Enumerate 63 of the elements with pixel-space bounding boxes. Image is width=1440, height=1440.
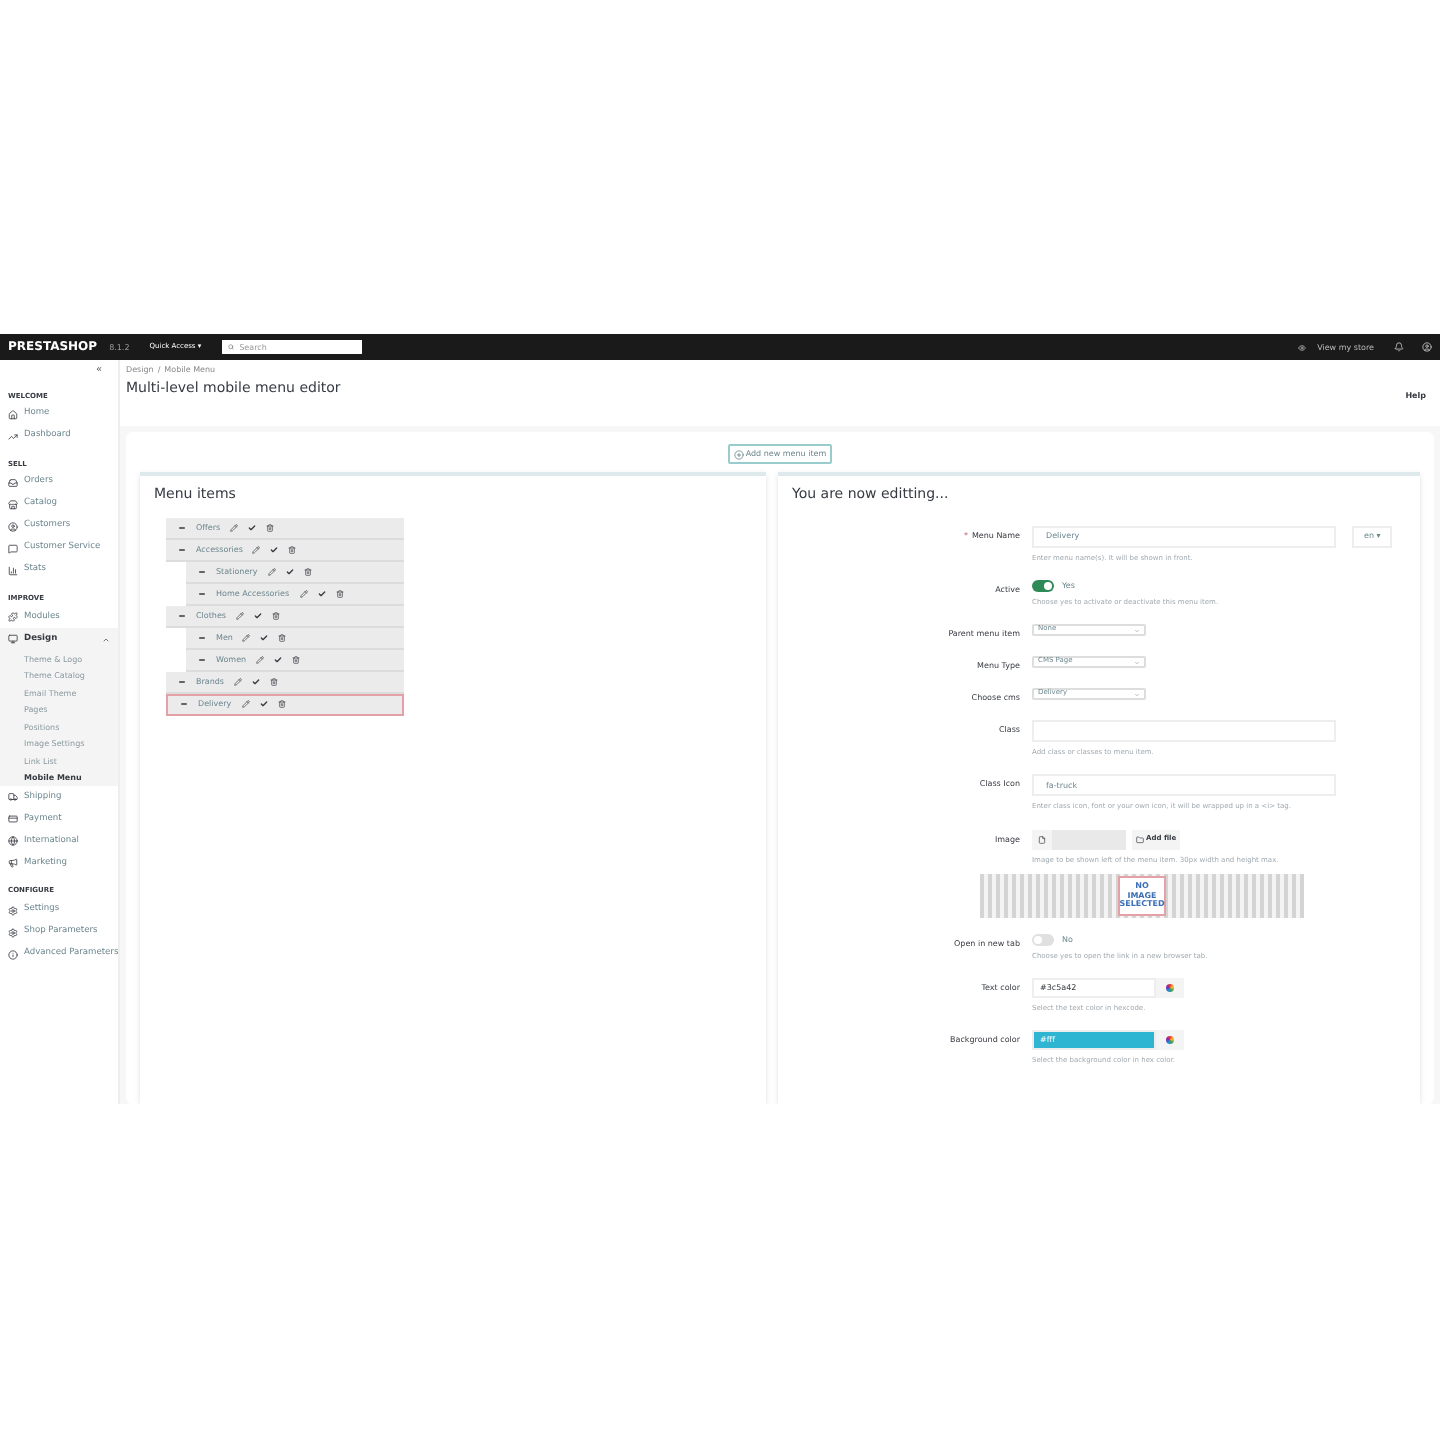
edit-icon[interactable]	[256, 655, 265, 663]
collapse-icon[interactable]	[178, 677, 186, 685]
delete-icon[interactable]	[270, 677, 278, 685]
delete-icon[interactable]	[292, 655, 301, 663]
menu-icon	[8, 522, 18, 532]
menu-icon	[8, 544, 18, 554]
check-icon[interactable]	[270, 545, 279, 553]
collapse-icon[interactable]	[198, 633, 206, 641]
check-icon[interactable]	[285, 567, 294, 575]
file-icon	[1038, 835, 1046, 843]
delete-icon[interactable]	[278, 633, 287, 641]
menu-icon	[8, 905, 18, 915]
menu-icon	[8, 634, 18, 645]
edit-icon[interactable]	[241, 700, 250, 708]
toggle-switch[interactable]	[1032, 933, 1054, 946]
color-wheel-icon[interactable]	[1166, 1036, 1174, 1045]
menu-icon	[8, 478, 18, 488]
check-icon[interactable]	[260, 633, 269, 641]
notifications-icon[interactable]	[1394, 342, 1404, 352]
check-icon[interactable]	[248, 523, 257, 531]
check-icon[interactable]	[259, 700, 268, 708]
check-icon[interactable]	[274, 655, 283, 663]
menu-icon	[8, 858, 18, 869]
edit-icon[interactable]	[236, 611, 244, 619]
plus-icon	[733, 449, 744, 459]
folder-icon	[1136, 835, 1144, 843]
menu-icon	[8, 431, 18, 442]
delete-icon[interactable]	[277, 700, 286, 708]
collapse-icon[interactable]	[198, 655, 206, 663]
collapse-icon[interactable]	[180, 700, 188, 708]
eye-icon	[1297, 343, 1306, 351]
edit-icon[interactable]	[230, 523, 239, 531]
edit-icon[interactable]	[242, 633, 251, 641]
delete-icon[interactable]	[272, 611, 280, 619]
menu-icon	[8, 792, 18, 803]
search-icon	[227, 344, 234, 350]
menu-icon	[8, 927, 18, 937]
check-icon[interactable]	[252, 677, 260, 685]
menu-icon	[8, 500, 18, 510]
menu-icon	[8, 409, 18, 420]
toggle-switch[interactable]	[1032, 579, 1054, 592]
menu-icon	[8, 949, 18, 959]
edit-icon[interactable]	[252, 545, 261, 553]
menu-icon	[8, 566, 18, 576]
menu-icon	[8, 836, 18, 847]
edit-icon[interactable]	[299, 589, 308, 597]
menu-icon	[8, 612, 18, 623]
delete-icon[interactable]	[266, 523, 275, 531]
collapse-icon[interactable]	[178, 545, 186, 553]
menu-icon	[8, 814, 18, 825]
edit-icon[interactable]	[234, 677, 242, 685]
check-icon[interactable]	[317, 589, 326, 597]
check-icon[interactable]	[254, 611, 262, 619]
color-wheel-icon[interactable]	[1166, 984, 1174, 992]
account-icon[interactable]	[1422, 342, 1432, 352]
delete-icon[interactable]	[303, 567, 312, 575]
edit-icon[interactable]	[267, 567, 276, 575]
collapse-icon[interactable]	[178, 611, 186, 619]
collapse-icon[interactable]	[178, 523, 186, 531]
collapse-icon[interactable]	[198, 567, 206, 575]
delete-icon[interactable]	[288, 545, 297, 553]
delete-icon[interactable]	[335, 589, 344, 597]
collapse-icon[interactable]	[198, 589, 206, 597]
